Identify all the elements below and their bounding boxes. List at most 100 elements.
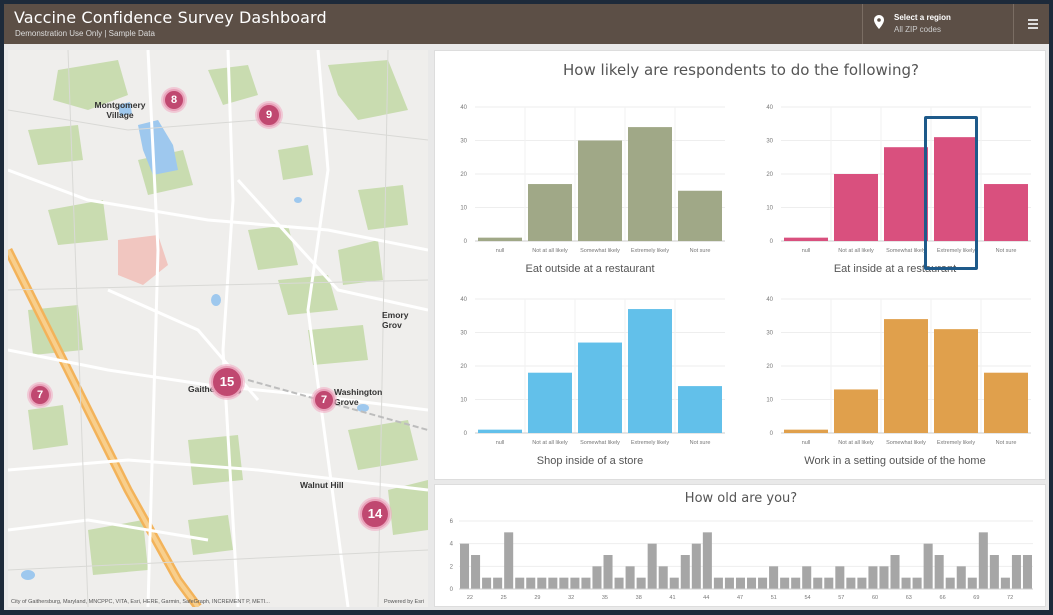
- age-bar: [967, 577, 977, 589]
- bar-extremely-likely: [628, 127, 672, 241]
- x-tick-label: 25: [501, 595, 507, 601]
- y-tick-label: 30: [460, 139, 467, 145]
- age-bar: [570, 577, 580, 589]
- eat-outside-chart: 40 30 20 10 0 null Not at all likely Somewhat l…: [460, 105, 725, 254]
- bar-null: [478, 429, 522, 433]
- x-tick-label: 35: [602, 595, 608, 601]
- region-selector[interactable]: Select a region All ZIP codes: [862, 4, 1014, 44]
- bar-null: [478, 237, 522, 241]
- cluster-14[interactable]: 14: [360, 499, 390, 529]
- age-bar: [846, 577, 856, 589]
- age-bar: [713, 577, 723, 589]
- age-bar: [879, 566, 889, 589]
- age-bar: [581, 577, 591, 589]
- y-tick-label: 4: [450, 542, 454, 548]
- x-tick-label: Extremely likely: [631, 248, 669, 254]
- highlighted-bar-extremely-likely: [924, 116, 978, 270]
- age-bar: [934, 555, 944, 589]
- y-tick-label: 40: [460, 105, 467, 111]
- x-tick-label: 44: [703, 595, 709, 601]
- x-tick-label: Somewhat likely: [580, 440, 620, 446]
- age-bar: [658, 566, 668, 589]
- cluster-9[interactable]: 9: [257, 103, 281, 127]
- bar-somewhat-likely: [578, 140, 622, 241]
- y-tick-label: 20: [766, 172, 773, 178]
- age-bar: [890, 555, 900, 589]
- x-tick-label: 60: [872, 595, 878, 601]
- charts-panel-title: How likely are respondents to do the fol…: [563, 61, 919, 79]
- x-tick-label: Not sure: [996, 440, 1017, 446]
- map-pin-icon: [874, 15, 884, 29]
- age-bar: [824, 577, 834, 589]
- age-bar: [868, 566, 878, 589]
- map-label-emory-grove: Emory Grov: [382, 310, 409, 330]
- x-tick-label: Somewhat likely: [886, 440, 926, 446]
- age-bar: [636, 577, 646, 589]
- age-bar: [614, 577, 624, 589]
- bar-not-at-all-likely: [528, 372, 572, 433]
- y-tick-label: 10: [460, 398, 467, 404]
- age-bar: [735, 577, 745, 589]
- x-tick-label: null: [802, 440, 811, 446]
- age-bar: [1000, 577, 1010, 589]
- cluster-8[interactable]: 8: [163, 89, 185, 111]
- cluster-7-washington-grove[interactable]: 7: [313, 389, 335, 411]
- age-bar: [835, 566, 845, 589]
- age-bar: [625, 566, 635, 589]
- dashboard-subtitle: Demonstration Use Only | Sample Data: [15, 29, 155, 38]
- map-label-walnut-hill: Walnut Hill: [300, 480, 344, 490]
- y-tick-label: 10: [460, 206, 467, 212]
- age-bar: [702, 532, 712, 589]
- shop-inside-chart-title: Shop inside of a store: [536, 455, 644, 467]
- bar-extremely-likely: [628, 309, 672, 433]
- age-bar: [747, 577, 757, 589]
- cluster-15[interactable]: 15: [211, 366, 243, 398]
- y-tick-label: 0: [770, 431, 774, 437]
- age-bar: [724, 577, 734, 589]
- x-tick-label: Not at all likely: [532, 440, 568, 446]
- map-view[interactable]: Montgomery Village Gaithersburg Washingt…: [8, 50, 428, 607]
- age-bar: [1011, 555, 1021, 589]
- age-chart-panel: How old are you? 6 4 2 0 22 25 29 32 35 38 41 44 47 5…: [434, 484, 1046, 607]
- bar-not-sure: [984, 184, 1028, 241]
- map-label-montgomery-village: Montgomery Village: [94, 100, 146, 120]
- bar-null: [784, 429, 828, 433]
- age-bar: [791, 577, 801, 589]
- age-bar: [758, 577, 768, 589]
- x-tick-label: 63: [906, 595, 912, 601]
- age-bar: [901, 577, 911, 589]
- x-tick-label: 38: [636, 595, 642, 601]
- powered-by-esri[interactable]: Powered by Esri: [384, 599, 424, 605]
- shop-inside-chart: 40 30 20 10 0 null Not at all likely Somewhat l…: [460, 297, 725, 446]
- x-tick-label: 29: [534, 595, 540, 601]
- x-tick-label: 72: [1007, 595, 1013, 601]
- cluster-7-west[interactable]: 7: [29, 384, 51, 406]
- age-bar: [691, 543, 701, 589]
- y-tick-label: 20: [460, 172, 467, 178]
- hamburger-icon: [1028, 19, 1038, 21]
- x-tick-label: Not sure: [690, 248, 711, 254]
- age-bar: [912, 577, 922, 589]
- age-bar: [956, 566, 966, 589]
- menu-button[interactable]: [1016, 4, 1049, 44]
- x-tick-label: Not at all likely: [838, 440, 874, 446]
- x-tick-label: 66: [940, 595, 946, 601]
- age-bar: [669, 577, 679, 589]
- x-tick-label: null: [496, 248, 505, 254]
- x-tick-label: Somewhat likely: [886, 248, 926, 254]
- age-bar: [504, 532, 514, 589]
- y-tick-label: 30: [766, 331, 773, 337]
- y-tick-label: 0: [450, 587, 454, 593]
- age-bar: [923, 543, 933, 589]
- age-bar: [592, 566, 602, 589]
- x-tick-label: Not sure: [996, 248, 1017, 254]
- x-tick-label: 41: [669, 595, 675, 601]
- age-bar: [482, 577, 492, 589]
- y-tick-label: 2: [450, 564, 454, 570]
- bar-null: [784, 237, 828, 241]
- y-tick-label: 0: [464, 431, 468, 437]
- bar-somewhat-likely: [884, 319, 928, 433]
- y-tick-label: 30: [766, 139, 773, 145]
- age-bar: [647, 543, 657, 589]
- bar-somewhat-likely: [578, 342, 622, 433]
